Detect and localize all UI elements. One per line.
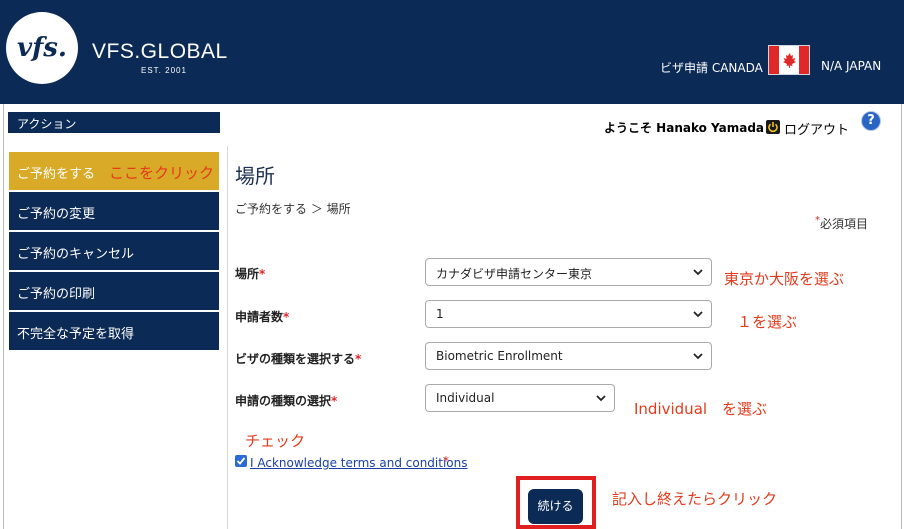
vfs-logo-mark: vfs. [17, 33, 67, 63]
terms-link[interactable]: I Acknowledge terms and conditions [250, 456, 468, 470]
applicant-count-annotation: １を選ぶ [737, 313, 798, 331]
chevron-down-icon [596, 395, 606, 402]
applicant-count-label: 申請者数* [235, 310, 290, 324]
sidebar-item-change-appointment[interactable]: ご予約の変更 [9, 192, 219, 230]
page-title: 場所 [235, 164, 275, 188]
canada-flag-icon [768, 45, 810, 75]
terms-checkbox[interactable] [235, 455, 247, 467]
content-frame-left [3, 104, 4, 529]
visa-type-label: ビザの種類を選択する* [235, 352, 362, 366]
breadcrumb: ご予約をする ＞ 場所 [235, 202, 351, 216]
logout-link[interactable]: ログアウト [784, 119, 849, 138]
power-icon[interactable] [766, 120, 780, 134]
chevron-down-icon [693, 353, 703, 360]
location-label: 場所* [235, 267, 266, 281]
continue-button[interactable]: 続ける [528, 489, 583, 524]
visa-type-value: Biometric Enrollment [436, 349, 563, 363]
terms-required-asterisk: * [443, 454, 449, 468]
sidebar-item-print-appointment[interactable]: ご予約の印刷 [9, 272, 219, 310]
applicant-count-select[interactable]: 1 [425, 300, 712, 328]
help-icon[interactable]: ? [861, 111, 881, 131]
check-annotation: チェック [245, 432, 306, 450]
brand-name: VFS.GLOBAL [92, 40, 228, 63]
sidebar-divider [227, 146, 228, 529]
application-type-label: 申請の種類の選択* [235, 394, 338, 408]
vfs-logo[interactable]: vfs. [6, 12, 78, 84]
visa-country-label: ビザ申請 CANADA [660, 61, 763, 75]
application-type-annotation: Individual を選ぶ [634, 400, 768, 418]
welcome-message: ようこそ Hanako Yamada ! [604, 121, 774, 135]
application-type-value: Individual [436, 391, 495, 405]
location-annotation: 東京か大阪を選ぶ [724, 270, 845, 288]
chevron-down-icon [693, 269, 703, 276]
required-fields-note: *必須項目 [815, 215, 868, 232]
location-select[interactable]: カナダビザ申請センター東京 [425, 258, 712, 286]
site-header: vfs. VFS.GLOBAL EST. 2001 ビザ申請 CANADA N/… [0, 0, 904, 104]
submit-annotation: 記入し終えたらクリック [612, 490, 778, 508]
content-frame-right [901, 104, 902, 529]
required-note-text: 必須項目 [820, 217, 869, 231]
click-here-annotation: ここをクリック [109, 164, 215, 182]
chevron-down-icon [693, 311, 703, 318]
location-select-value: カナダビザ申請センター東京 [436, 267, 593, 281]
brand-established: EST. 2001 [141, 66, 187, 75]
application-type-select[interactable]: Individual [425, 384, 615, 412]
mission-country-label: N/A JAPAN [821, 59, 882, 73]
sidebar-item-cancel-appointment[interactable]: ご予約のキャンセル [9, 232, 219, 270]
applicant-count-value: 1 [436, 307, 444, 321]
visa-type-select[interactable]: Biometric Enrollment [425, 342, 712, 370]
sidebar-heading: アクション [8, 112, 220, 133]
sidebar-item-incomplete-appointment[interactable]: 不完全な予定を取得 [9, 312, 219, 350]
